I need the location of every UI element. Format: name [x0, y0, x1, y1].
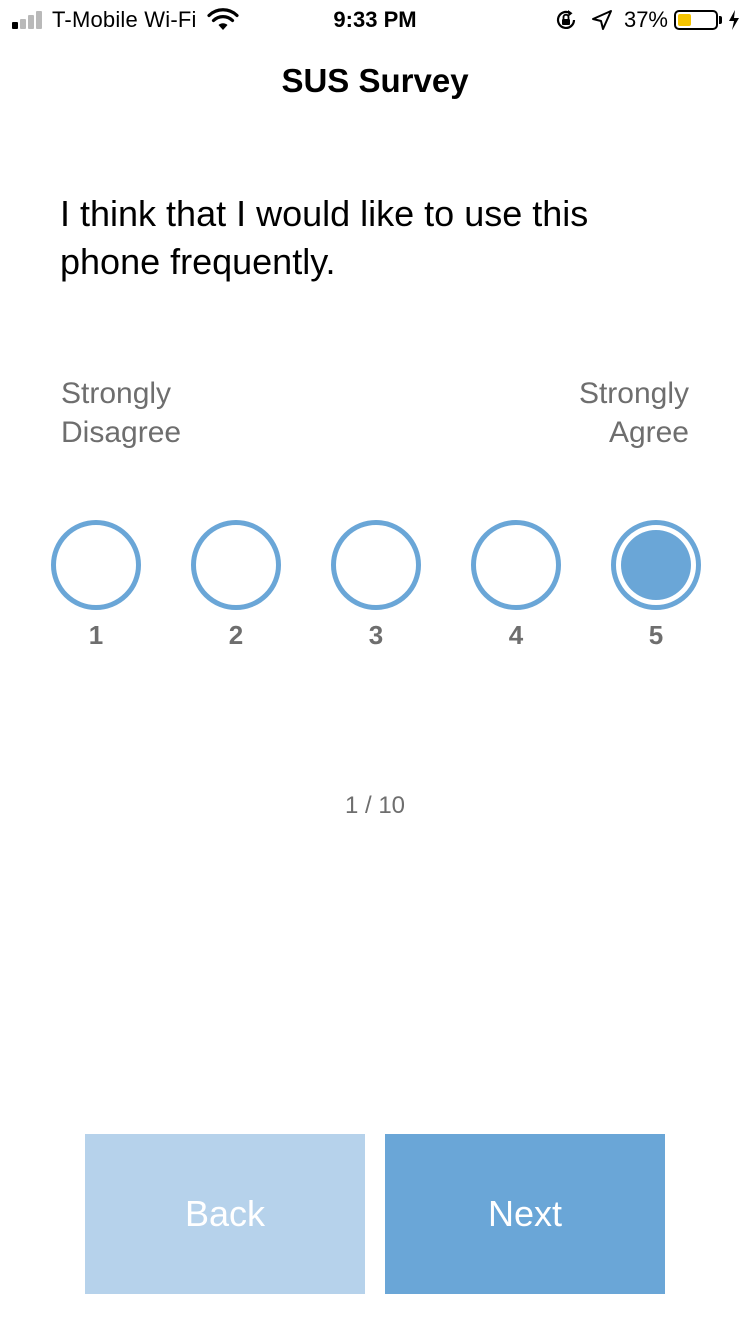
radio-button-2[interactable]	[191, 520, 281, 610]
location-icon	[591, 10, 612, 30]
rating-number-2: 2	[228, 620, 244, 650]
rating-number-4: 4	[508, 620, 524, 650]
scale-label-left-line-2: Disagree	[61, 416, 182, 449]
status-bar-right: 37%	[554, 6, 740, 34]
charging-icon	[729, 10, 739, 30]
rating-number-5: 5	[648, 620, 664, 650]
radio-button-1[interactable]	[51, 520, 141, 610]
scale-label-left-line-1: Strongly	[61, 377, 172, 410]
scale-label-right-line-1: Strongly	[578, 377, 689, 410]
scale-label-right-line-2: Agree	[608, 416, 689, 449]
radio-button-5[interactable]	[611, 520, 701, 610]
battery-percent: 37%	[623, 7, 668, 32]
scale-label-strongly-agree: Strongly Agree	[579, 374, 689, 452]
next-button[interactable]: Next	[385, 1134, 665, 1294]
orientation-lock-icon	[556, 10, 576, 29]
question-progress: 1 / 10	[344, 792, 406, 819]
rating-number-1: 1	[88, 620, 104, 650]
rating-option-5[interactable]: 5	[611, 520, 701, 660]
rating-option-4[interactable]: 4	[471, 520, 561, 660]
battery-icon	[674, 10, 718, 30]
survey-screen: T-Mobile Wi-Fi 9:33 PM 37% SUS Survey I …	[0, 0, 750, 1334]
rating-number-3: 3	[368, 620, 384, 650]
rating-option-3[interactable]: 3	[331, 520, 421, 660]
rating-option-1[interactable]: 1	[51, 520, 141, 660]
scale-label-strongly-disagree: Strongly Disagree	[61, 374, 181, 452]
status-bar: T-Mobile Wi-Fi 9:33 PM 37%	[0, 0, 750, 40]
battery-cap	[719, 16, 722, 24]
radio-button-3[interactable]	[331, 520, 421, 610]
rating-option-2[interactable]: 2	[191, 520, 281, 660]
question-text: I think that I would like to use this ph…	[60, 193, 589, 282]
battery-level-fill	[678, 14, 691, 26]
radio-button-4[interactable]	[471, 520, 561, 610]
page-title: SUS Survey	[281, 62, 469, 99]
back-button[interactable]: Back	[85, 1134, 365, 1294]
